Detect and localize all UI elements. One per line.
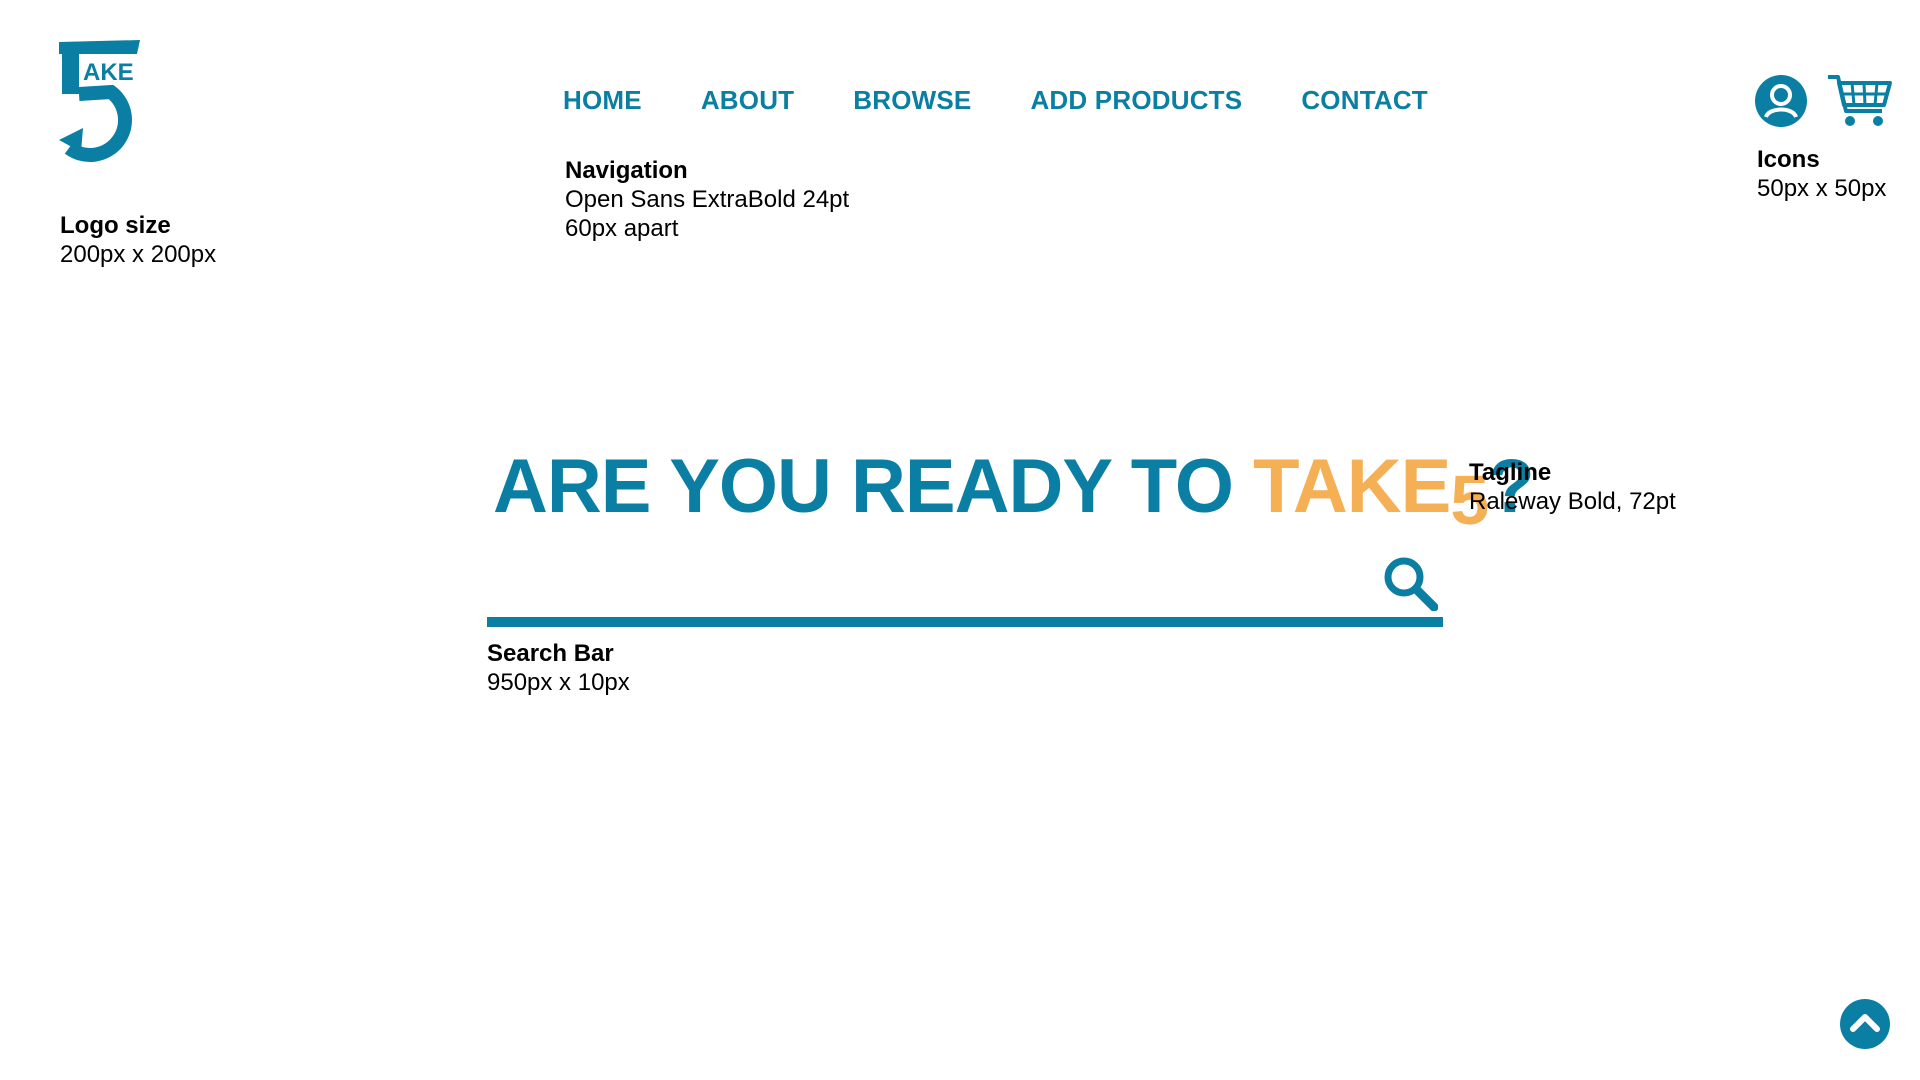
nav-add-products[interactable]: ADD PRODUCTS [1030,84,1242,116]
search-bar [487,548,1443,628]
chevron-up-icon [1840,999,1890,1049]
tagline-accent: TAKE [1253,444,1451,529]
tagline-note: Tagline Raleway Bold, 72pt [1469,458,1676,516]
nav-home[interactable]: HOME [563,84,642,116]
nav-about[interactable]: ABOUT [701,84,794,116]
svg-text:AKE: AKE [83,59,134,86]
tagline-note-title: Tagline [1469,459,1552,486]
search-bar-note-detail: 950px x 10px [487,669,630,696]
page: AKE Logo size 200px x 200px HOME ABOUT B… [0,0,1920,1080]
icons-note-title: Icons [1757,146,1820,173]
search-bar-note: Search Bar 950px x 10px [487,639,630,697]
user-account-icon [1755,75,1807,127]
tagline-main: ARE YOU READY TO [493,444,1254,529]
tagline-note-detail: Raleway Bold, 72pt [1469,488,1676,515]
navigation-note: Navigation Open Sans ExtraBold 24pt 60px… [565,156,849,243]
search-button[interactable] [1382,555,1438,611]
take5-logo-icon: AKE [59,40,140,162]
search-underline [487,617,1443,627]
navigation-note-title: Navigation [565,157,688,184]
search-input[interactable] [487,548,1367,608]
cart-button[interactable] [1826,73,1892,129]
shopping-cart-icon [1828,75,1892,126]
logo-size-note: Logo size 200px x 200px [60,211,216,269]
back-to-top-button[interactable] [1840,999,1890,1049]
nav-contact[interactable]: CONTACT [1301,84,1428,116]
tagline: ARE YOU READY TO TAKE5? [493,444,1535,540]
logo-size-note-title: Logo size [60,212,171,239]
navigation-note-line1: Open Sans ExtraBold 24pt [565,186,850,213]
logo-size-note-detail: 200px x 200px [60,241,217,268]
search-icon [1384,557,1438,611]
nav-browse[interactable]: BROWSE [853,84,971,116]
logo[interactable]: AKE [59,40,144,165]
main-navigation: HOME ABOUT BROWSE ADD PRODUCTS CONTACT [563,84,1428,116]
account-button[interactable] [1755,75,1807,127]
navigation-note-line2: 60px apart [565,215,679,242]
icons-note-detail: 50px x 50px [1757,175,1887,202]
icons-note: Icons 50px x 50px [1757,145,1886,203]
search-bar-note-title: Search Bar [487,640,614,667]
